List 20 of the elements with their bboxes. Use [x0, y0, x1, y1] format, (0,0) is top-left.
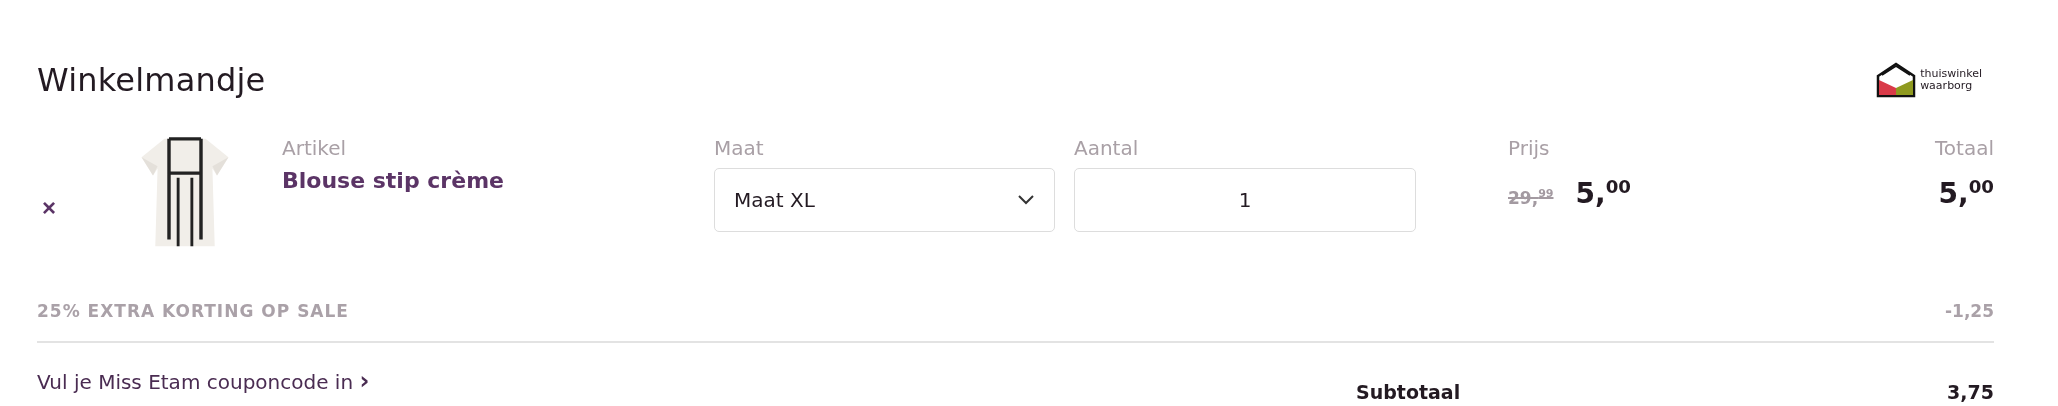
discount-amount: -1,25: [1945, 301, 1994, 321]
column-header: Maat: [714, 136, 765, 160]
product-link[interactable]: Blouse stip crème: [282, 168, 714, 193]
quantity-field[interactable]: 1: [1074, 168, 1416, 232]
column-header: Aantal: [1074, 136, 1140, 160]
remove-button[interactable]: ×: [37, 196, 61, 220]
total-price: 5,$^{00}$: [1938, 176, 1994, 211]
coupon-link[interactable]: Vul je Miss Etam couponcode in ›: [37, 367, 370, 403]
column-header: Artikel: [282, 136, 348, 160]
subtotal-label: Subtotaal: [1356, 381, 1461, 403]
column-header: Totaal: [1935, 136, 1994, 160]
column-header: Prijs: [1508, 136, 1551, 160]
discount-label: 25% EXTRA KORTING OP SALE: [37, 301, 349, 321]
chevron-down-icon: [1018, 195, 1034, 205]
size-dropdown[interactable]: Maat XL: [714, 168, 1055, 232]
page-title: Winkelmandje: [37, 61, 266, 99]
old-price: 29,$^{99}$: [1508, 186, 1554, 208]
subtotal-amount: 3,75: [1947, 381, 1994, 403]
price: 5,$^{00}$: [1575, 176, 1631, 211]
logo-drawing: thuiswinkel waarborg: [1876, 62, 1982, 98]
